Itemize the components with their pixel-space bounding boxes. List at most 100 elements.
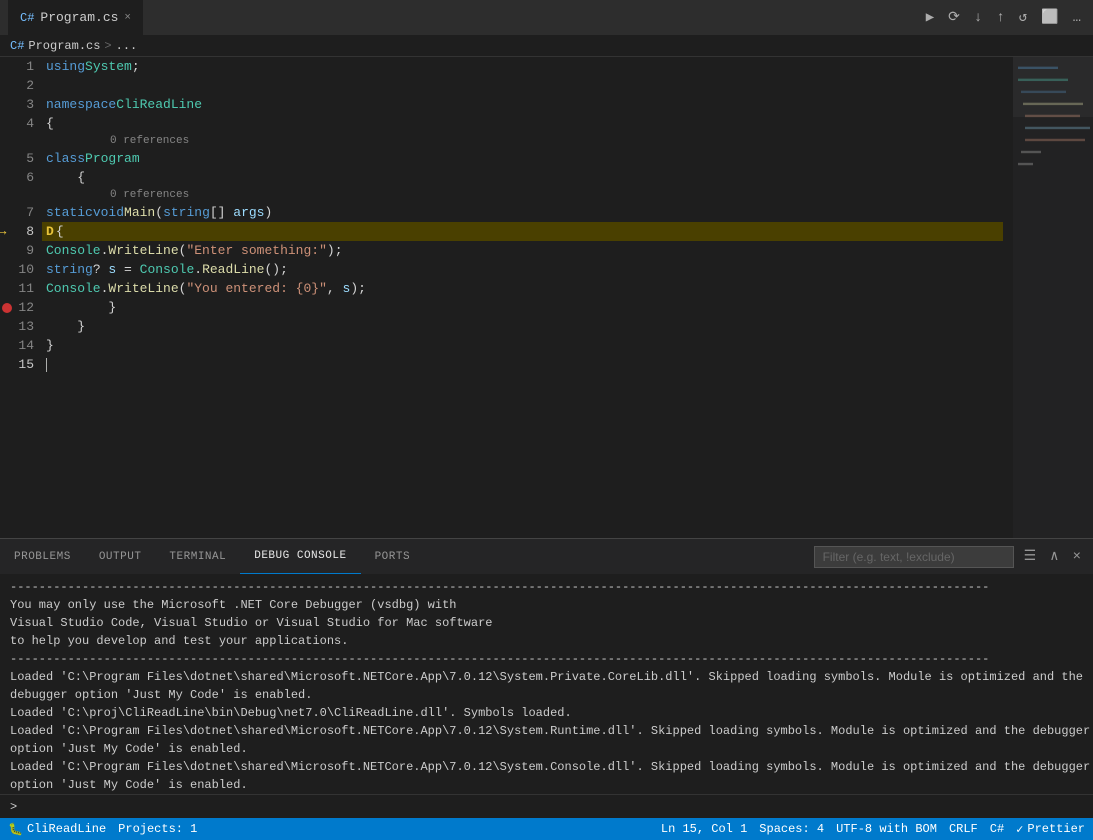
reference-hint-ln <box>12 187 34 203</box>
line-number-5: 5 <box>12 149 34 168</box>
console-line: Loaded 'C:\Program Files\dotnet\shared\M… <box>10 722 1093 758</box>
breadcrumb-context[interactable]: ... <box>116 39 138 53</box>
code-line-13: } <box>42 317 1003 336</box>
token-kw: void <box>93 205 124 220</box>
breakpoint-icon[interactable] <box>2 303 12 313</box>
code-line-3: namespace CliReadLine <box>42 95 1003 114</box>
more-button[interactable]: … <box>1069 8 1085 28</box>
console-text: Visual Studio Code, Visual Studio or Vis… <box>10 614 492 632</box>
console-text: Loaded 'C:\Program Files\dotnet\shared\M… <box>10 668 1093 704</box>
token-kw: string <box>46 262 93 277</box>
run-button[interactable]: ▶ <box>922 7 938 28</box>
status-encoding[interactable]: UTF-8 with BOM <box>836 822 937 836</box>
code-line-5: class Program <box>42 149 1003 168</box>
token-str: "You entered: {0}" <box>186 281 326 296</box>
editor-tab[interactable]: C# Program.cs × <box>8 0 143 35</box>
tab-terminal[interactable]: TERMINAL <box>155 539 240 574</box>
status-projects: Projects: 1 <box>118 822 197 836</box>
status-left: 🐛 CliReadLine Projects: 1 <box>8 822 197 837</box>
spaces-label: Spaces: 4 <box>759 822 824 836</box>
status-spaces[interactable]: Spaces: 4 <box>759 822 824 836</box>
breadcrumb-file[interactable]: Program.cs <box>28 39 100 53</box>
reference-hint: 0 references <box>42 133 1003 149</box>
list-view-button[interactable]: ☰ <box>1020 546 1041 567</box>
token-kw: static <box>46 205 93 220</box>
breadcrumb: C# Program.cs > ... <box>0 35 1093 57</box>
line-number-2: 2 <box>12 76 34 95</box>
console-text: ----------------------------------------… <box>10 650 989 668</box>
token-type: Console <box>46 281 101 296</box>
console-line: Visual Studio Code, Visual Studio or Vis… <box>10 614 1093 632</box>
filter-input[interactable] <box>814 546 1014 568</box>
reference-hint: 0 references <box>42 187 1003 203</box>
debug-icon: 🐛 <box>8 822 23 837</box>
line-number-6: 6 <box>12 168 34 187</box>
title-bar: C# Program.cs × ▶ ⟳ ↓ ↑ ↺ ⬜ … <box>0 0 1093 35</box>
breadcrumb-icon: C# <box>10 39 24 53</box>
token-type: Program <box>85 151 140 166</box>
status-right: Ln 15, Col 1 Spaces: 4 UTF-8 with BOM CR… <box>661 822 1085 837</box>
token-method: WriteLine <box>108 243 178 258</box>
tab-output[interactable]: OUTPUT <box>85 539 156 574</box>
code-line-15 <box>42 355 1003 374</box>
debug-input-line: > <box>0 794 1093 818</box>
status-language[interactable]: C# <box>990 822 1004 836</box>
token-method: Main <box>124 205 155 220</box>
status-bar: 🐛 CliReadLine Projects: 1 Ln 15, Col 1 S… <box>0 818 1093 840</box>
code-line-12: } <box>42 298 1003 317</box>
prettier-label: Prettier <box>1027 822 1085 836</box>
line-number-15: 15 <box>12 355 34 374</box>
panel-tabs: PROBLEMS OUTPUT TERMINAL DEBUG CONSOLE P… <box>0 539 1093 574</box>
debug-arrow-icon: → <box>0 224 6 240</box>
status-line-ending[interactable]: CRLF <box>949 822 978 836</box>
token-var: s <box>343 281 351 296</box>
tab-ports[interactable]: PORTS <box>361 539 425 574</box>
panel-tab-actions: ☰ ∧ × <box>814 546 1093 568</box>
console-text: Loaded 'C:\proj\CliReadLine\bin\Debug\ne… <box>10 704 572 722</box>
token-kw: class <box>46 151 85 166</box>
line-number-13: 13 <box>12 317 34 336</box>
panel: PROBLEMS OUTPUT TERMINAL DEBUG CONSOLE P… <box>0 538 1093 818</box>
code-line-7: static void Main(string[] args) <box>42 203 1003 222</box>
code-content[interactable]: using System;namespace CliReadLine{0 ref… <box>42 57 1093 538</box>
tab-problems[interactable]: PROBLEMS <box>0 539 85 574</box>
collapse-button[interactable]: ∧ <box>1046 546 1062 567</box>
token-type: Console <box>140 262 195 277</box>
step-into-button[interactable]: ↓ <box>970 8 986 28</box>
token-var: args <box>233 205 264 220</box>
code-line-14: } <box>42 336 1003 355</box>
line-numbers: 1234567→89101112131415 <box>0 57 42 538</box>
status-position[interactable]: Ln 15, Col 1 <box>661 822 747 836</box>
code-line-6: { <box>42 168 1003 187</box>
line-number-11: 11 <box>12 279 34 298</box>
tab-close-button[interactable]: × <box>124 12 131 24</box>
token-ns: System <box>85 59 132 74</box>
status-prettier[interactable]: ✓ Prettier <box>1016 822 1085 837</box>
line-number-14: 14 <box>12 336 34 355</box>
status-debug[interactable]: 🐛 CliReadLine <box>8 822 106 837</box>
step-over-button[interactable]: ⟳ <box>944 7 964 28</box>
encoding-label: UTF-8 with BOM <box>836 822 937 836</box>
console-text: Loaded 'C:\Program Files\dotnet\shared\M… <box>10 758 1093 794</box>
toolbar-right: ▶ ⟳ ↓ ↑ ↺ ⬜ … <box>922 7 1085 28</box>
code-line-2 <box>42 76 1003 95</box>
close-panel-button[interactable]: × <box>1069 547 1085 567</box>
language-label: C# <box>990 822 1004 836</box>
line-number-7: 7 <box>12 203 34 222</box>
line-number-10: 10 <box>12 260 34 279</box>
code-line-8: D{ <box>42 222 1003 241</box>
position-label: Ln 15, Col 1 <box>661 822 747 836</box>
console-text: You may only use the Microsoft .NET Core… <box>10 596 456 614</box>
console-text: Loaded 'C:\Program Files\dotnet\shared\M… <box>10 722 1093 758</box>
tab-debug-console[interactable]: DEBUG CONSOLE <box>240 539 360 574</box>
console-line: Loaded 'C:\proj\CliReadLine\bin\Debug\ne… <box>10 704 1093 722</box>
console-line: ----------------------------------------… <box>10 578 1093 596</box>
code-line-4: { <box>42 114 1003 133</box>
step-out-button[interactable]: ↑ <box>992 8 1008 28</box>
panel-content: ----------------------------------------… <box>0 574 1093 794</box>
code-line-11: Console.WriteLine("You entered: {0}", s)… <box>42 279 1003 298</box>
restart-button[interactable]: ↺ <box>1015 7 1031 28</box>
stop-button[interactable]: ⬜ <box>1037 7 1062 28</box>
editor-area: 1234567→89101112131415 using System;name… <box>0 57 1093 538</box>
console-text: ----------------------------------------… <box>10 578 989 596</box>
